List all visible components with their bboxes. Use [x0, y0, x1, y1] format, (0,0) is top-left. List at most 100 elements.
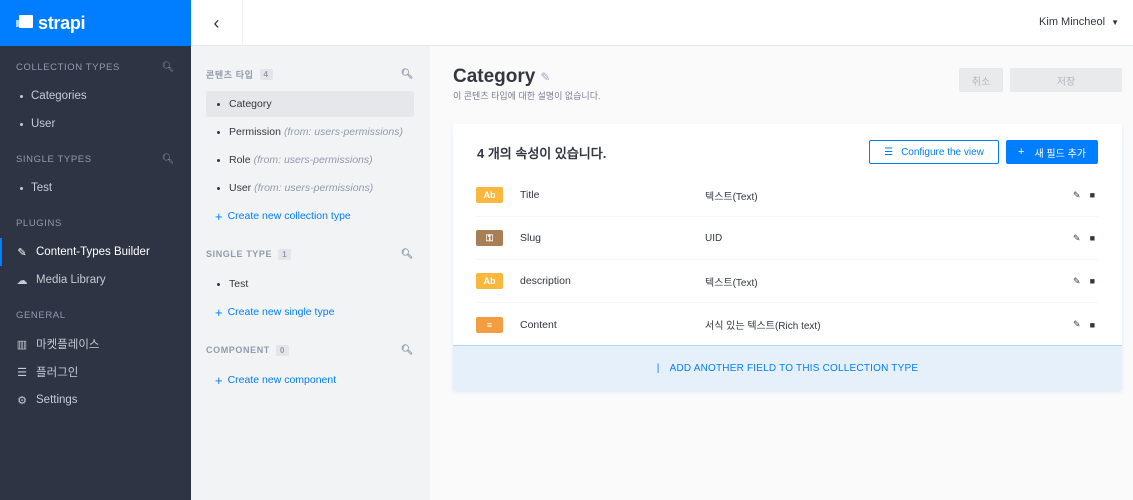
text-type-icon: Ab — [476, 187, 503, 203]
cancel-button[interactable]: 취소 — [959, 68, 1003, 92]
attributes-heading: 4 개의 속성이 있습니다. — [477, 146, 607, 161]
bullet-icon — [217, 186, 220, 190]
nav-item-label: Settings — [36, 394, 78, 406]
back-button[interactable]: ‹ — [191, 0, 243, 46]
nav-item-content-types-builder[interactable]: ✎ Content-Types Builder — [0, 238, 175, 266]
user-name: Kim Mincheol — [1039, 16, 1106, 28]
list-item-origin: (from: users-permissions) — [253, 154, 373, 166]
field-name: Content — [520, 318, 557, 331]
table-row[interactable]: ⚿ Slug UID ✎ ■ — [476, 217, 1098, 260]
collection-types-list: Category Permission (from: users-permiss… — [206, 91, 414, 229]
brand-name: strapi — [38, 12, 86, 33]
title-row: Category ✎ — [453, 66, 550, 88]
field-name: Title — [520, 189, 540, 201]
pencil-icon[interactable]: ✎ — [1073, 319, 1081, 330]
trash-icon[interactable]: ■ — [1090, 320, 1095, 330]
table-row[interactable]: Ab description 텍스트(Text) ✎ ■ — [476, 260, 1098, 303]
nav-item-user[interactable]: User — [16, 110, 175, 138]
pencil-icon[interactable]: ✎ — [1073, 233, 1081, 244]
plus-icon: + — [1018, 146, 1025, 158]
plus-icon: | — [656, 362, 660, 374]
create-component-link[interactable]: + Create new component — [206, 367, 414, 393]
page-subtitle: 이 콘텐츠 타입에 대한 설명이 없습니다. — [453, 91, 601, 101]
plus-icon: + — [215, 304, 223, 320]
nav-section-general: GENERAL ▥ 마켓플레이스 ☰ 플러그인 ⚙ Settings — [0, 308, 191, 414]
count-badge: 4 — [259, 68, 273, 80]
save-button[interactable]: 저장 — [1010, 68, 1122, 92]
trash-icon[interactable]: ■ — [1090, 276, 1095, 286]
single-types-heading: SINGLE TYPE — [206, 249, 273, 259]
add-field-button[interactable]: + 새 필드 추가 — [1006, 140, 1098, 164]
field-name: Slug — [520, 232, 542, 244]
field-type: 텍스트(Text) — [705, 277, 758, 289]
main-content: Category ✎ 이 콘텐츠 타입에 대한 설명이 없습니다. 취소 저장 … — [430, 46, 1133, 500]
add-another-field-button[interactable]: | ADD ANOTHER FIELD TO THIS COLLECTION T… — [453, 345, 1122, 390]
bullet-icon — [217, 158, 220, 162]
edit-pencil-icon[interactable]: ✎ — [540, 70, 550, 84]
nav-item-label: Media Library — [36, 274, 106, 286]
nav-heading-general: GENERAL — [16, 309, 66, 321]
table-row[interactable]: Ab Title 텍스트(Text) ✎ ■ — [476, 174, 1098, 217]
left-navigation: strapi COLLECTION TYPES 🔍︎ Categories Us… — [0, 0, 191, 500]
nav-item-label: User — [31, 118, 56, 130]
richtext-icon: ≡ — [476, 316, 503, 333]
user-menu[interactable]: Kim Mincheol ▼ — [1039, 16, 1119, 28]
search-icon[interactable]: 🔍︎ — [401, 249, 414, 260]
chevron-left-icon: ‹ — [213, 12, 220, 33]
list-item-test[interactable]: Test — [206, 271, 414, 297]
trash-icon[interactable]: ■ — [1090, 190, 1095, 200]
single-types-list: Test + Create new single type — [206, 271, 414, 325]
list-item-label: Test — [229, 278, 249, 290]
create-collection-type-link[interactable]: + Create new collection type — [206, 203, 414, 229]
list-item-user[interactable]: User (from: users-permissions) — [206, 175, 414, 201]
list-item-origin: (from: users-permissions) — [283, 126, 403, 138]
search-icon[interactable]: 🔍︎ — [401, 69, 414, 80]
nav-heading-plugins: PLUGINS — [16, 217, 62, 229]
nav-item-test[interactable]: Test — [16, 174, 175, 202]
nav-item-categories[interactable]: Categories — [16, 82, 175, 110]
caret-down-icon: ▼ — [1111, 17, 1119, 27]
nav-item-marketplace[interactable]: ▥ 마켓플레이스 — [16, 330, 175, 358]
list-item-label: Role — [229, 154, 251, 166]
fields-card: 4 개의 속성이 있습니다. ☰ Configure the view + 새 … — [453, 124, 1122, 390]
create-single-type-link[interactable]: + Create new single type — [206, 299, 414, 325]
nav-item-media-library[interactable]: ☁ Media Library — [16, 266, 175, 294]
pencil-icon[interactable]: ✎ — [1073, 276, 1081, 287]
content-types-panel: 콘텐츠 타입 4 🔍︎ Category Permission (from: u… — [191, 46, 430, 500]
list-item-origin: (from: users-permissions) — [254, 182, 374, 194]
field-type: 서식 있는 텍스트(Rich text) — [705, 321, 821, 332]
list-item-permission[interactable]: Permission (from: users-permissions) — [206, 119, 414, 145]
trash-icon[interactable]: ■ — [1090, 233, 1095, 243]
nav-section-plugins: PLUGINS ✎ Content-Types Builder ☁ Media … — [0, 216, 191, 294]
count-badge: 1 — [278, 248, 292, 260]
basket-icon: ▥ — [16, 338, 28, 351]
count-badge: 0 — [275, 344, 289, 356]
field-type: UID — [705, 232, 723, 244]
field-name: description — [520, 275, 571, 287]
nav-item-plugins[interactable]: ☰ 플러그인 — [16, 358, 175, 386]
configure-view-button[interactable]: ☰ Configure the view — [869, 140, 999, 164]
list-item-category[interactable]: Category — [206, 91, 414, 117]
search-icon[interactable]: 🔍︎ — [162, 62, 175, 73]
nav-item-label: Test — [31, 182, 53, 194]
create-label: Create new component — [227, 374, 337, 386]
key-icon: ⚿ — [476, 230, 503, 246]
top-header: ‹ Kim Mincheol ▼ — [191, 0, 1133, 46]
nav-item-settings[interactable]: ⚙ Settings — [16, 386, 175, 414]
bullet-icon — [20, 94, 23, 98]
list-item-role[interactable]: Role (from: users-permissions) — [206, 147, 414, 173]
fields-table: Ab Title 텍스트(Text) ✎ ■ ⚿ Slug UID ✎ ■ Ab — [476, 174, 1098, 346]
search-icon[interactable]: 🔍︎ — [401, 345, 414, 356]
plus-icon: + — [215, 372, 223, 388]
cloud-icon: ☁ — [16, 274, 28, 287]
components-list: + Create new component — [206, 367, 414, 393]
table-row[interactable]: ≡ Content 서식 있는 텍스트(Rich text) ✎ ■ — [476, 303, 1098, 346]
nav-item-label: 플러그인 — [36, 367, 79, 379]
add-label: 새 필드 추가 — [1034, 148, 1086, 160]
pencil-icon[interactable]: ✎ — [1073, 190, 1081, 201]
components-heading: COMPONENT — [206, 345, 270, 355]
field-type: 텍스트(Text) — [705, 191, 758, 203]
search-icon[interactable]: 🔍︎ — [162, 154, 175, 165]
bullet-icon — [20, 186, 23, 190]
brand-logo[interactable]: strapi — [0, 0, 191, 46]
